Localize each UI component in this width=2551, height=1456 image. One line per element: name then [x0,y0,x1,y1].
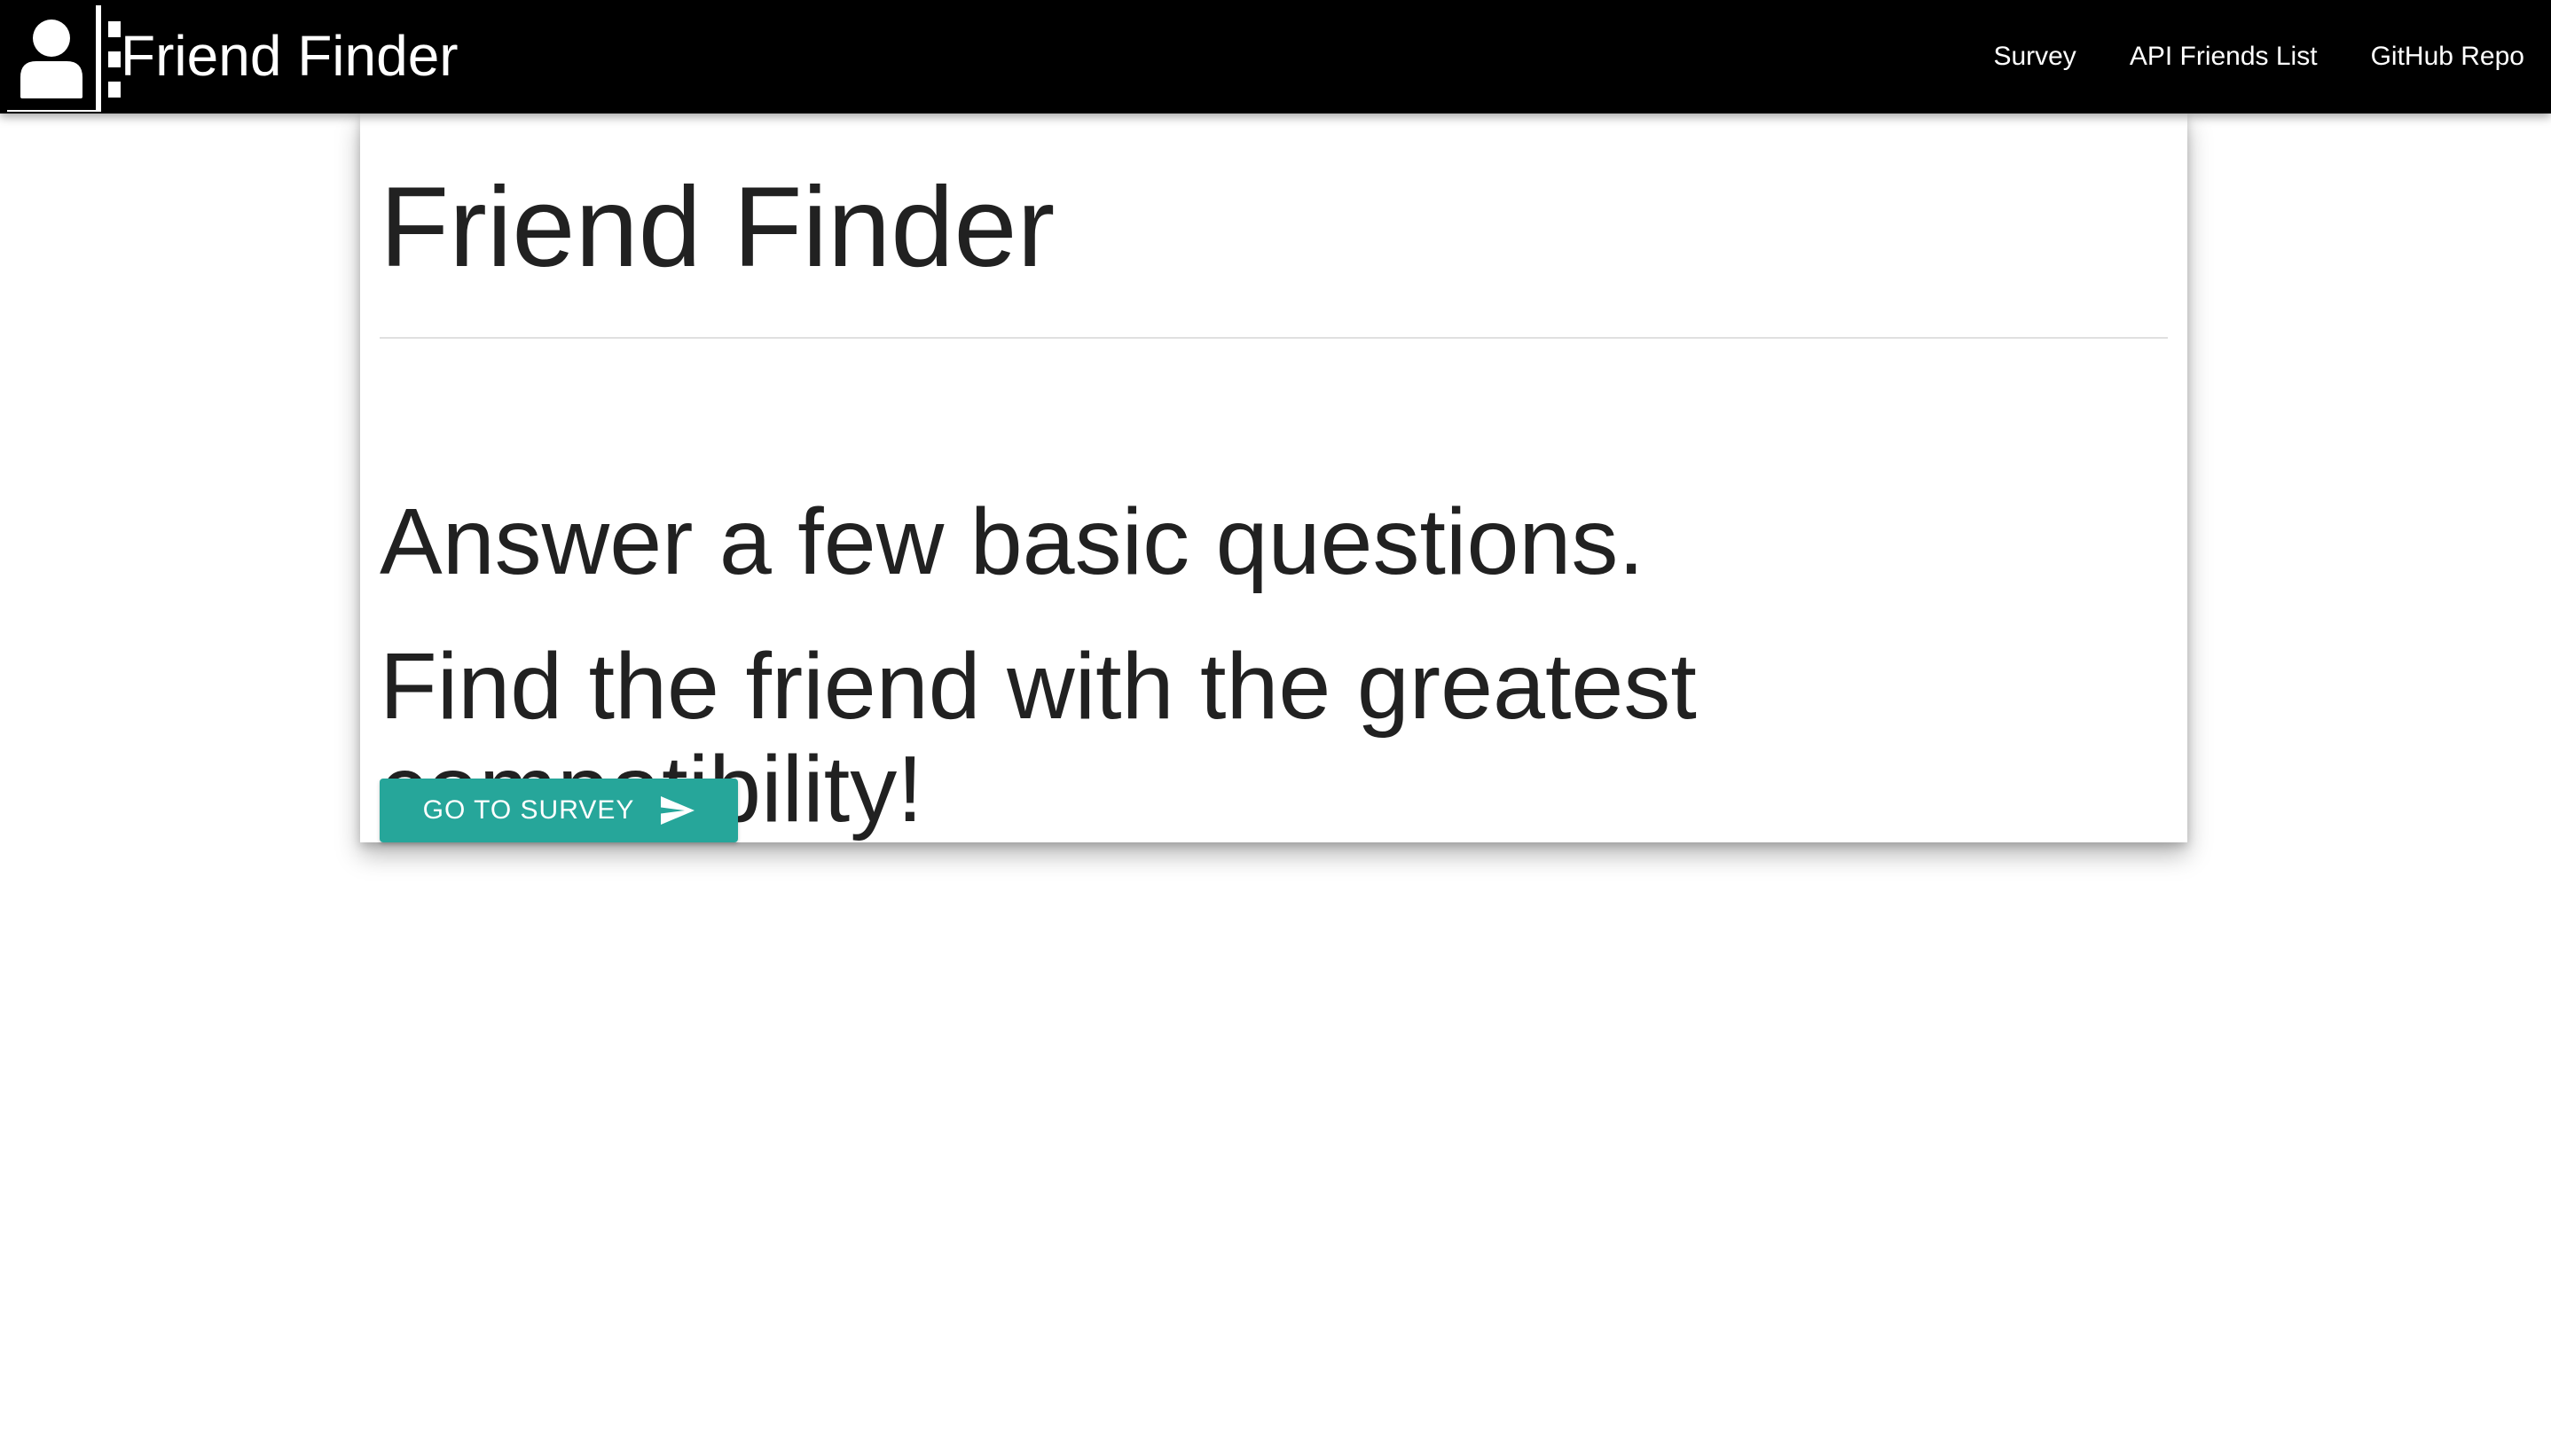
nav-link-github-repo[interactable]: GitHub Repo [2344,42,2524,72]
person-icon [20,20,82,98]
navbar: Friend Finder Survey API Friends List Gi… [0,0,2551,114]
brand-logo[interactable] [7,5,101,112]
brand-title[interactable]: Friend Finder [121,20,459,92]
go-to-survey-button[interactable]: GO TO SURVEY [380,779,738,842]
send-icon [661,796,695,825]
nav-links: Survey API Friends List GitHub Repo [1966,0,2524,114]
jumbotron-card: Friend Finder Answer a few basic questio… [360,114,2187,842]
logo-border-decoration [108,9,121,98]
go-to-survey-label: GO TO SURVEY [422,795,635,825]
nav-link-api-friends-list[interactable]: API Friends List [2103,42,2344,72]
page-title: Friend Finder [380,164,1056,291]
divider [380,337,2168,339]
nav-link-survey[interactable]: Survey [1966,42,2102,72]
lead-text-questions: Answer a few basic questions. [380,489,1644,594]
